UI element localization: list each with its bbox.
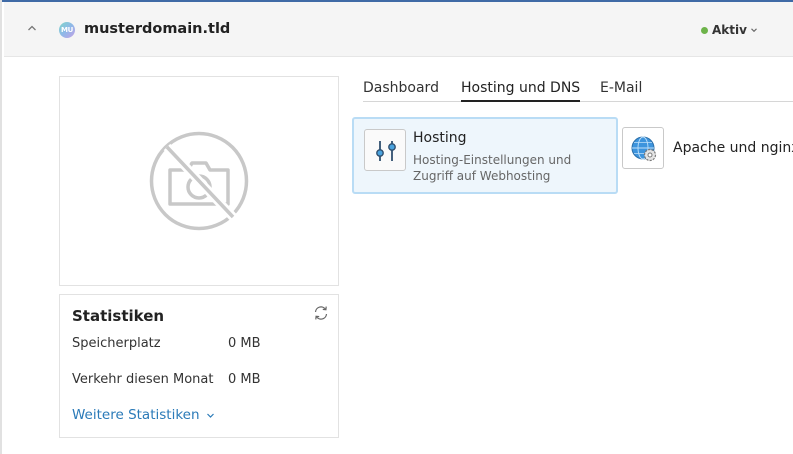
domain-panel: MU musterdomain.tld Aktiv Statistiken Sp… [0,0,793,454]
statistics-card: Statistiken Speicherplatz 0 MB Verkehr d… [59,294,339,438]
refresh-icon [314,306,328,320]
tab-hosting-dns[interactable]: Hosting und DNS [461,80,581,102]
more-statistics-label: Weitere Statistiken [72,407,200,423]
statistics-title: Statistiken [72,307,165,325]
storage-label: Speicherplatz [72,336,161,351]
refresh-button[interactable] [312,304,330,322]
tab-dashboard[interactable]: Dashboard [363,80,439,100]
status-label: Aktiv [712,23,747,37]
globe-gear-icon [631,136,657,162]
apache-icon-box [622,127,664,169]
status-dot-icon [701,26,708,34]
chevron-up-icon [28,25,36,31]
storage-value: 0 MB [228,336,261,351]
traffic-label: Verkehr diesen Monat [72,372,214,387]
hosting-card[interactable]: Hosting Hosting-Einstellungen und Zugrif… [352,117,618,194]
tab-email[interactable]: E-Mail [600,80,642,100]
avatar: MU [59,22,75,38]
apache-nginx-card[interactable]: Apache und nginx [622,127,793,171]
chevron-down-icon [206,413,214,418]
domain-header: MU musterdomain.tld Aktiv [4,2,793,57]
sliders-icon [376,141,396,161]
hosting-card-description: Hosting-Einstellungen und Zugriff auf We… [413,153,572,183]
chevron-down-icon [751,28,757,33]
hosting-card-title: Hosting [413,130,467,146]
site-preview [59,76,339,286]
status-dropdown[interactable]: Aktiv [701,23,758,37]
more-statistics-link[interactable]: Weitere Statistiken [72,407,215,423]
traffic-value: 0 MB [228,372,261,387]
apache-card-title: Apache und nginx [673,140,793,156]
hosting-icon-box [364,129,406,171]
domain-name[interactable]: musterdomain.tld [84,21,230,37]
tab-bar: Dashboard Hosting und DNS E-Mail [363,78,793,102]
collapse-button[interactable] [24,20,40,36]
no-camera-icon [149,131,249,231]
